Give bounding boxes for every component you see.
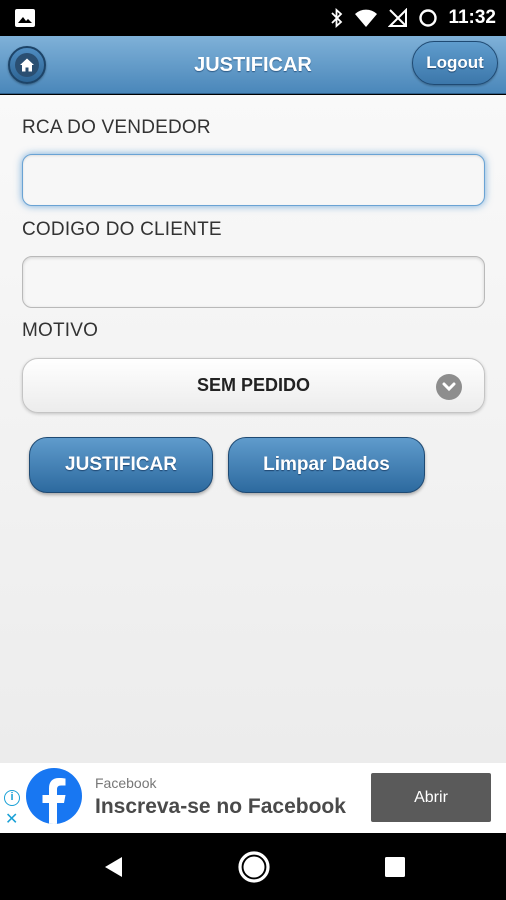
ad-banner[interactable]: i ✕ Facebook Inscreva-se no Facebook Abr… <box>0 763 506 833</box>
signal-off-icon <box>388 8 408 27</box>
justificar-button[interactable]: JUSTIFICAR <box>29 437 213 493</box>
motivo-select[interactable]: SEM PEDIDO <box>22 358 485 413</box>
rca-input[interactable] <box>22 154 485 206</box>
header-bar: JUSTIFICAR Logout <box>0 36 506 94</box>
home-circle-icon[interactable] <box>237 850 271 884</box>
status-bar: 11:32 <box>0 0 506 36</box>
ad-info-icon[interactable]: i <box>4 790 20 806</box>
form-area: RCA DO VENDEDOR CODIGO DO CLIENTE MOTIVO… <box>0 95 506 763</box>
image-icon <box>15 9 35 27</box>
logout-button[interactable]: Logout <box>412 41 498 85</box>
bluetooth-icon <box>331 8 343 28</box>
sync-icon <box>419 9 438 27</box>
cliente-label: CODIGO DO CLIENTE <box>22 219 222 240</box>
ad-open-button[interactable]: Abrir <box>371 773 491 822</box>
ad-advertiser: Facebook <box>95 775 157 791</box>
motivo-label: MOTIVO <box>22 320 99 341</box>
facebook-logo-icon <box>26 768 82 824</box>
recents-icon[interactable] <box>384 856 406 878</box>
ad-close-icon[interactable]: ✕ <box>5 809 18 829</box>
clock: 11:32 <box>448 7 496 28</box>
motivo-selected-value: SEM PEDIDO <box>196 375 311 395</box>
wifi-icon <box>355 9 378 27</box>
back-icon[interactable] <box>102 855 124 879</box>
ad-title: Inscreva-se no Facebook <box>95 795 346 818</box>
home-button[interactable] <box>8 46 46 84</box>
limpar-dados-button[interactable]: Limpar Dados <box>228 437 425 493</box>
cliente-input[interactable] <box>22 256 485 308</box>
home-icon <box>15 53 39 77</box>
rca-label: RCA DO VENDEDOR <box>22 117 211 138</box>
navigation-bar <box>0 833 506 900</box>
chevron-down-icon <box>436 374 462 400</box>
